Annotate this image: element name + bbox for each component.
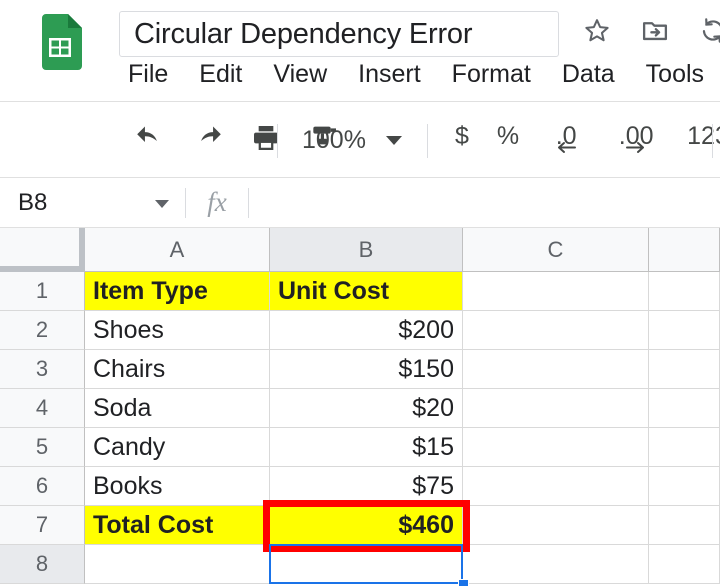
undo-icon[interactable] xyxy=(134,122,166,154)
row-header-1[interactable]: 1 xyxy=(0,272,85,311)
star-icon[interactable] xyxy=(582,16,612,45)
currency-format-button[interactable]: $ xyxy=(455,122,469,151)
table-row: Item Type Unit Cost xyxy=(85,272,720,311)
formula-bar: B8 fx xyxy=(0,178,720,228)
menu-item-view[interactable]: View xyxy=(273,60,327,89)
column-header-b[interactable]: B xyxy=(270,228,463,272)
redo-icon[interactable] xyxy=(192,122,224,154)
cell-C3[interactable] xyxy=(463,350,649,389)
chevron-down-icon[interactable] xyxy=(155,199,169,208)
row-headers: 12345678 xyxy=(0,272,85,584)
menu-bar: File Edit View Insert Format Data Tools xyxy=(128,60,704,89)
table-row: Soda $20 xyxy=(85,389,720,428)
sync-icon[interactable] xyxy=(698,16,720,45)
cell-B4[interactable]: $20 xyxy=(270,389,463,428)
cell-A6[interactable]: Books xyxy=(85,467,270,506)
cell-B6[interactable]: $75 xyxy=(270,467,463,506)
cell-reference: B8 xyxy=(18,188,48,216)
cell-C5[interactable] xyxy=(463,428,649,467)
menu-item-file[interactable]: File xyxy=(128,60,168,89)
increase-decimal-button[interactable]: .00 xyxy=(613,122,659,153)
row-header-7[interactable]: 7 xyxy=(0,506,85,545)
number-format-label: 123 xyxy=(687,122,720,150)
cell-A1[interactable]: Item Type xyxy=(85,272,270,311)
number-format-group: $ % .0 .00 123 xyxy=(455,122,720,153)
column-header-c[interactable]: C xyxy=(463,228,649,272)
row-header-5[interactable]: 5 xyxy=(0,428,85,467)
cell-B2[interactable]: $200 xyxy=(270,311,463,350)
toolbar-separator-3 xyxy=(712,124,713,158)
number-format-dropdown[interactable]: 123 xyxy=(687,122,720,151)
menu-item-data[interactable]: Data xyxy=(562,60,615,89)
zoom-control[interactable]: 100% xyxy=(302,126,402,155)
cell-A3[interactable]: Chairs xyxy=(85,350,270,389)
column-headers: ABC xyxy=(85,228,720,272)
row-header-3[interactable]: 3 xyxy=(0,350,85,389)
cell-D7[interactable] xyxy=(649,506,720,545)
chevron-down-icon[interactable] xyxy=(385,136,402,145)
cell-B3[interactable]: $150 xyxy=(270,350,463,389)
menu-item-tools[interactable]: Tools xyxy=(646,60,704,89)
table-row: Chairs $150 xyxy=(85,350,720,389)
column-header-blank[interactable] xyxy=(649,228,720,272)
table-row xyxy=(85,545,720,584)
cell-D1[interactable] xyxy=(649,272,720,311)
cell-C1[interactable] xyxy=(463,272,649,311)
select-all-corner[interactable] xyxy=(0,228,85,272)
fx-icon: fx xyxy=(207,187,227,217)
cell-A8[interactable] xyxy=(85,545,270,584)
menu-item-edit[interactable]: Edit xyxy=(199,60,242,89)
cell-B8[interactable] xyxy=(270,545,463,584)
grid-cells: Item Type Unit Cost Shoes $200 Chairs $150 Sod… xyxy=(85,272,720,584)
toolbar-separator-2 xyxy=(427,124,428,158)
cell-C2[interactable] xyxy=(463,311,649,350)
cell-D5[interactable] xyxy=(649,428,720,467)
row-header-4[interactable]: 4 xyxy=(0,389,85,428)
cell-A2[interactable]: Shoes xyxy=(85,311,270,350)
cell-C6[interactable] xyxy=(463,467,649,506)
cell-D8[interactable] xyxy=(649,545,720,584)
cell-A4[interactable]: Soda xyxy=(85,389,270,428)
row-header-6[interactable]: 6 xyxy=(0,467,85,506)
cell-D4[interactable] xyxy=(649,389,720,428)
table-row: Shoes $200 xyxy=(85,311,720,350)
zoom-value: 100% xyxy=(302,126,366,154)
toolbar: 100% $ % .0 .00 123 xyxy=(0,102,720,178)
cell-D2[interactable] xyxy=(649,311,720,350)
cell-C4[interactable] xyxy=(463,389,649,428)
move-to-folder-icon[interactable] xyxy=(640,16,670,45)
spreadsheet-grid: ABC 12345678 Item Type Unit Cost Shoes $200… xyxy=(0,228,720,586)
document-title-text: Circular Dependency Error xyxy=(134,17,473,50)
table-row: Total Cost $460 xyxy=(85,506,720,545)
menu-item-insert[interactable]: Insert xyxy=(358,60,421,89)
cell-D6[interactable] xyxy=(649,467,720,506)
name-box[interactable]: B8 xyxy=(0,178,185,228)
cell-A7[interactable]: Total Cost xyxy=(85,506,270,545)
cell-B5[interactable]: $15 xyxy=(270,428,463,467)
table-row: Books $75 xyxy=(85,467,720,506)
document-title-input[interactable]: Circular Dependency Error xyxy=(119,11,559,57)
table-row: Candy $15 xyxy=(85,428,720,467)
row-header-2[interactable]: 2 xyxy=(0,311,85,350)
google-sheets-logo-icon[interactable] xyxy=(38,14,82,70)
cell-A5[interactable]: Candy xyxy=(85,428,270,467)
formula-input[interactable] xyxy=(249,178,720,228)
row-header-8[interactable]: 8 xyxy=(0,545,85,584)
cell-D3[interactable] xyxy=(649,350,720,389)
percent-format-button[interactable]: % xyxy=(497,122,519,151)
header-action-icons xyxy=(582,16,720,45)
cell-C8[interactable] xyxy=(463,545,649,584)
app-header: Circular Dependency Error File Edit View… xyxy=(0,0,720,102)
cell-B1[interactable]: Unit Cost xyxy=(270,272,463,311)
column-header-a[interactable]: A xyxy=(85,228,270,272)
decrease-decimal-button[interactable]: .0 xyxy=(547,122,585,153)
cell-B7[interactable]: $460 xyxy=(270,506,463,545)
toolbar-separator-1 xyxy=(277,124,278,158)
cell-C7[interactable] xyxy=(463,506,649,545)
menu-item-format[interactable]: Format xyxy=(452,60,531,89)
